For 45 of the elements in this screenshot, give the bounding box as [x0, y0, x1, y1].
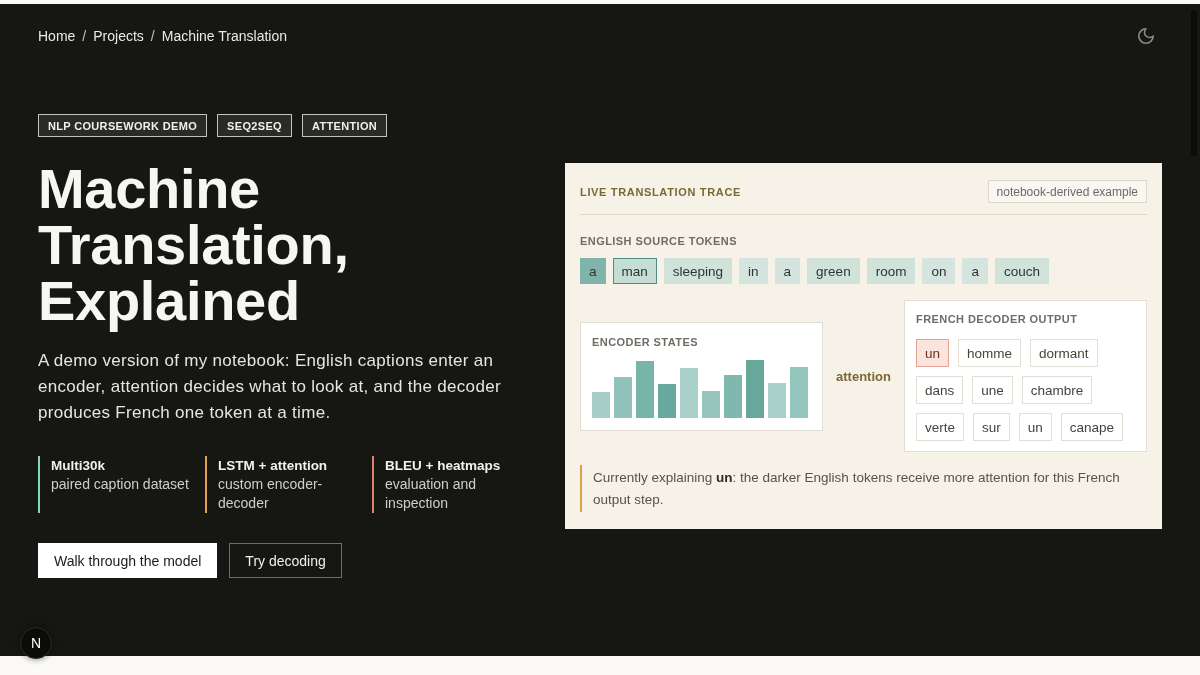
source-token: a [774, 258, 801, 284]
decoder-token[interactable]: verte [916, 413, 964, 441]
decoder-token[interactable]: un [1018, 413, 1052, 441]
panel-title: LIVE TRANSLATION TRACE [580, 185, 741, 198]
stat-description: custom encoder-decoder [218, 475, 324, 513]
explanation-text: Currently explaining un: the darker English tokens receive more attention for this French output step. [580, 465, 1147, 512]
section-label: ENCODER STATES [592, 334, 699, 349]
intro-paragraph: A demo version of my notebook: English captions enter an encoder, attention decides what to look at, and the decoder produces French one token at a time. [38, 350, 502, 424]
attention-label: attention [835, 368, 892, 384]
breadcrumb-separator: / [82, 28, 87, 44]
breadcrumb-current: Machine Translation [161, 28, 287, 44]
decoder-token[interactable]: une [972, 376, 1013, 404]
tag-label: ATTENTION [301, 114, 388, 137]
decoder-token[interactable]: sur [973, 413, 1010, 441]
decoder-token[interactable]: dans [916, 376, 964, 404]
example-tag: notebook-derived example [987, 180, 1147, 203]
source-token: in [739, 258, 768, 284]
decoder-token[interactable]: dormant [1030, 339, 1098, 367]
tag-label: SEQ2SEQ [217, 114, 292, 137]
source-token: a [962, 258, 988, 284]
section-label: ENGLISH SOURCE TOKENS [580, 234, 738, 248]
source-token: sleeping [663, 258, 733, 284]
source-token: couch [994, 258, 1049, 284]
stat-description: paired caption dataset [51, 475, 190, 494]
source-token: man [612, 258, 657, 284]
breadcrumb-link[interactable]: Projects [93, 28, 144, 44]
breadcrumb-link[interactable]: Home [38, 28, 76, 44]
stat-title: Multi30k [51, 457, 106, 475]
stat-description: evaluation and inspection [385, 475, 478, 513]
source-token: a [580, 258, 606, 284]
decoder-token[interactable]: chambre [1021, 376, 1093, 404]
walkthrough-button[interactable]: Walk through the model [38, 543, 218, 578]
breadcrumb-separator: / [150, 28, 155, 44]
source-token: green [807, 258, 860, 284]
section-label: FRENCH DECODER OUTPUT [916, 312, 1079, 326]
decoder-token[interactable]: un [916, 339, 950, 367]
tag-label: NLP COURSEWORK DEMO [38, 114, 208, 137]
decoding-button[interactable]: Try decoding [229, 543, 342, 578]
stat-title: LSTM + attention [218, 457, 329, 475]
stat-title: BLEU + heatmaps [385, 457, 502, 475]
decoder-token[interactable]: canape [1060, 413, 1124, 441]
source-token: room [866, 258, 916, 284]
moon-icon[interactable] [1138, 28, 1154, 44]
source-token: on [922, 258, 956, 284]
decoder-token[interactable]: homme [958, 339, 1022, 367]
